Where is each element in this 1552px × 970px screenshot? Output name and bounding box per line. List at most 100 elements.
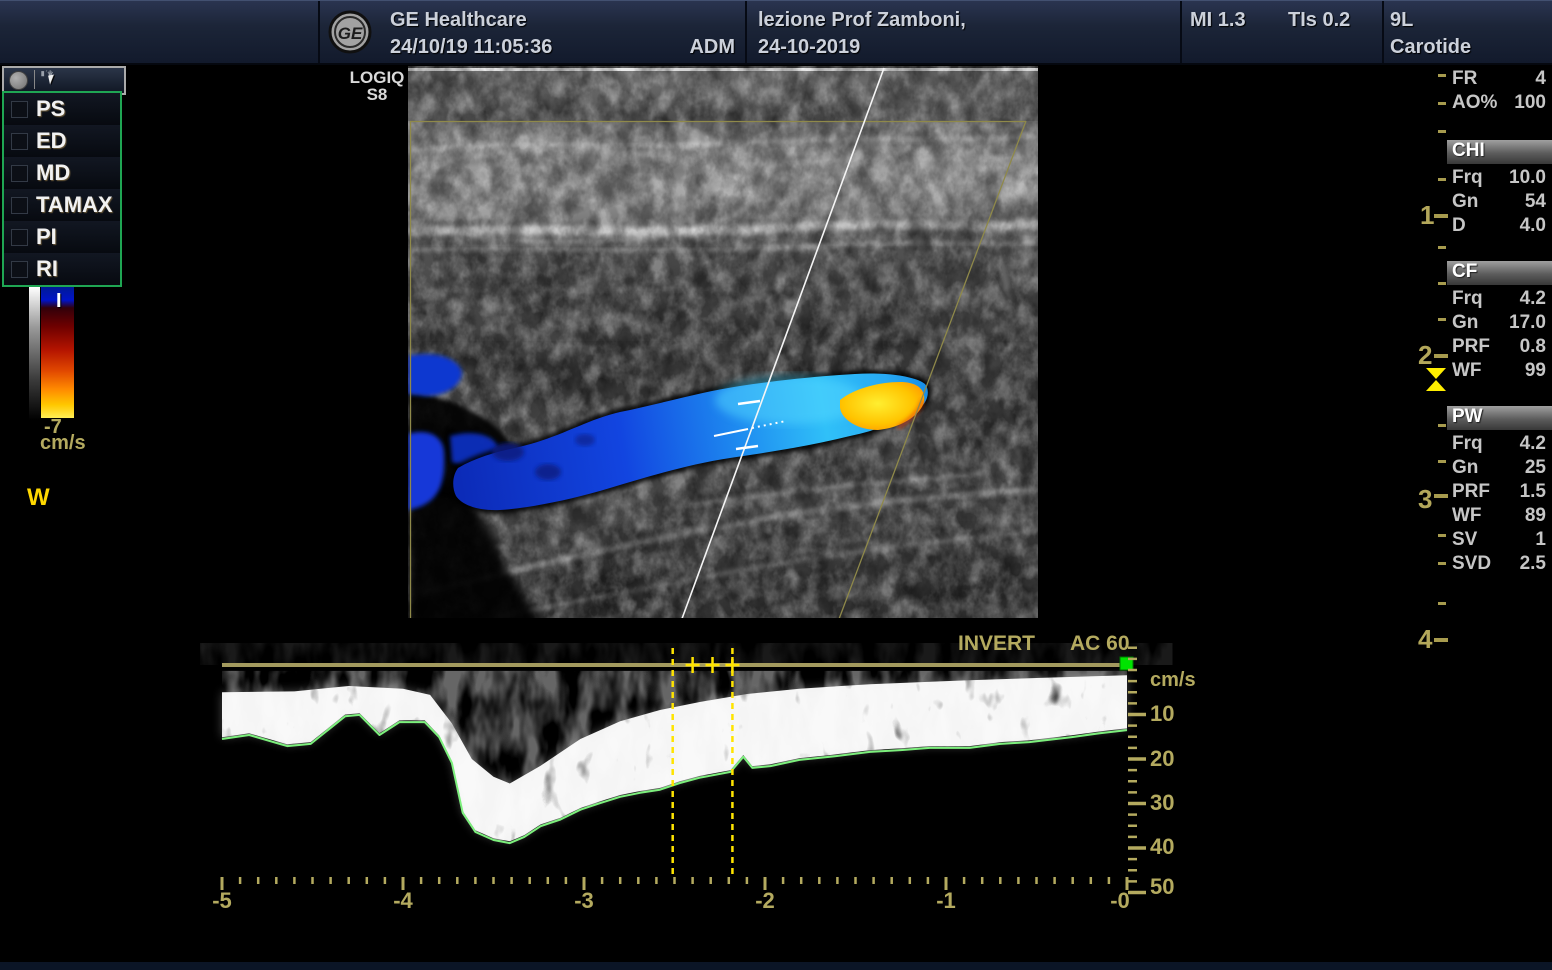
param-row-chi-frq: Frq 10.0: [1448, 167, 1548, 191]
menu-item-ed[interactable]: ED: [4, 125, 120, 158]
hourglass-icon: [1426, 368, 1446, 379]
param-label: FR: [1452, 68, 1477, 90]
header-divider: [318, 1, 320, 63]
grayscale-bar: [29, 287, 40, 420]
x-axis-label: -0: [1110, 888, 1130, 913]
x-axis-label: -5: [212, 888, 232, 913]
section-header-cf[interactable]: CF: [1447, 261, 1552, 285]
param-row-pw-wf: WF 89: [1448, 505, 1548, 529]
spectral-display[interactable]: INVERT AC 60 cm/s 10 20 30 40 50 -5 -4 -…: [200, 618, 1260, 918]
preset-name[interactable]: Carotide: [1390, 36, 1471, 59]
x-axis-label: -4: [393, 888, 413, 913]
panel-tick: [1438, 246, 1446, 249]
b-mode-image[interactable]: [408, 66, 1038, 636]
param-label: WF: [1452, 360, 1482, 382]
panel-tick-major: [1434, 638, 1448, 642]
exam-date: 24-10-2019: [758, 36, 860, 59]
param-row-chi-d: D 4.0: [1448, 215, 1548, 239]
x-axis-label: -3: [574, 888, 594, 913]
checkbox[interactable]: [11, 133, 28, 150]
panel-tick-major: [1434, 214, 1448, 218]
panel-tick: [1438, 74, 1446, 77]
header-datetime: 24/10/19 11:05:36: [390, 36, 552, 59]
menu-item-pi[interactable]: PI: [4, 221, 120, 254]
probe-name[interactable]: 9L: [1390, 9, 1413, 32]
menu-item-label: PI: [36, 224, 57, 250]
y-axis-label: 50: [1150, 874, 1174, 899]
param-row-pw-sv: SV 1: [1448, 529, 1548, 553]
checkbox[interactable]: [11, 101, 28, 118]
header-divider: [1382, 1, 1384, 63]
param-value: 25: [1525, 457, 1546, 479]
param-label: Frq: [1452, 433, 1483, 455]
checkbox[interactable]: [11, 229, 28, 246]
param-value: 4.0: [1520, 215, 1546, 237]
param-value: 4.2: [1520, 433, 1546, 455]
param-row-pw-svd: SVD 2.5: [1448, 553, 1548, 577]
depth-marker-4: 4: [1418, 624, 1432, 655]
panel-tick-major: [1434, 354, 1448, 358]
checkbox[interactable]: [11, 165, 28, 182]
menu-item-tamax[interactable]: TAMAX: [4, 189, 120, 222]
ac-value[interactable]: AC 60: [1070, 632, 1130, 655]
param-label: Gn: [1452, 457, 1478, 479]
param-value: 89: [1525, 505, 1546, 527]
param-row-cf-frq: Frq 4.2: [1448, 288, 1548, 312]
header-divider: [1180, 1, 1182, 63]
operator-id: ADM: [640, 36, 735, 59]
header-divider: [745, 1, 747, 63]
bottom-bezel-strip: [0, 962, 1552, 970]
section-header-pw[interactable]: PW: [1447, 406, 1552, 430]
checkbox[interactable]: [11, 197, 28, 214]
param-label: Gn: [1452, 312, 1478, 334]
menu-item-ps[interactable]: PS: [4, 93, 120, 126]
mi-value: MI 1.3: [1190, 9, 1246, 32]
invert-label[interactable]: INVERT: [958, 632, 1035, 655]
menu-item-label: TAMAX: [36, 192, 113, 218]
measurement-menu: PS ED MD TAMAX PI RI: [2, 91, 122, 287]
model-line1: LOGIQ: [346, 69, 408, 86]
status-circle-icon: [9, 71, 28, 90]
mouse-cursor-icon: [48, 74, 56, 84]
menu-item-label: MD: [36, 160, 70, 186]
ge-logo: GE: [328, 9, 372, 55]
y-axis-unit: cm/s: [1150, 669, 1196, 691]
panel-tick: [1438, 562, 1446, 565]
param-value: 99: [1525, 360, 1546, 382]
colorbar-unit: cm/s: [40, 432, 86, 455]
menu-item-label: PS: [36, 96, 65, 122]
divider: [34, 70, 35, 89]
param-value: 0.8: [1520, 336, 1546, 358]
param-value: 17.0: [1509, 312, 1546, 334]
param-value: 54: [1525, 191, 1546, 213]
param-value: 10.0: [1509, 167, 1546, 189]
ultrasound-screen: GE GE Healthcare 24/10/19 11:05:36 ADM l…: [0, 0, 1552, 970]
panel-tick: [1438, 178, 1446, 181]
menu-item-ri[interactable]: RI: [4, 253, 120, 285]
param-label: SVD: [1452, 553, 1491, 575]
section-header-chi[interactable]: CHI: [1447, 140, 1552, 164]
patient-name[interactable]: lezione Prof Zamboni,: [758, 9, 966, 32]
param-label: WF: [1452, 505, 1482, 527]
param-label: SV: [1452, 529, 1477, 551]
header-bar: GE GE Healthcare 24/10/19 11:05:36 ADM l…: [0, 0, 1552, 65]
param-row-pw-gn: Gn 25: [1448, 457, 1548, 481]
panel-tick: [1438, 602, 1446, 605]
y-axis-label: 10: [1150, 701, 1174, 726]
menu-item-md[interactable]: MD: [4, 157, 120, 190]
checkbox[interactable]: [11, 261, 28, 278]
param-label: Frq: [1452, 167, 1483, 189]
hourglass-icon: [1426, 380, 1446, 391]
panel-tick: [1438, 282, 1446, 285]
param-value: 4.2: [1520, 288, 1546, 310]
tis-value: TIs 0.2: [1288, 9, 1350, 32]
param-value: 4: [1535, 68, 1546, 90]
caliper-marks[interactable]: [686, 657, 740, 673]
body-marker[interactable]: W: [27, 484, 50, 512]
panel-tick: [1438, 460, 1446, 463]
model-label: LOGIQ S8: [346, 69, 408, 103]
param-row-cf-gn: Gn 17.0: [1448, 312, 1548, 336]
param-label: Gn: [1452, 191, 1478, 213]
doppler-baseline[interactable]: [222, 663, 1127, 667]
param-label: Frq: [1452, 288, 1483, 310]
